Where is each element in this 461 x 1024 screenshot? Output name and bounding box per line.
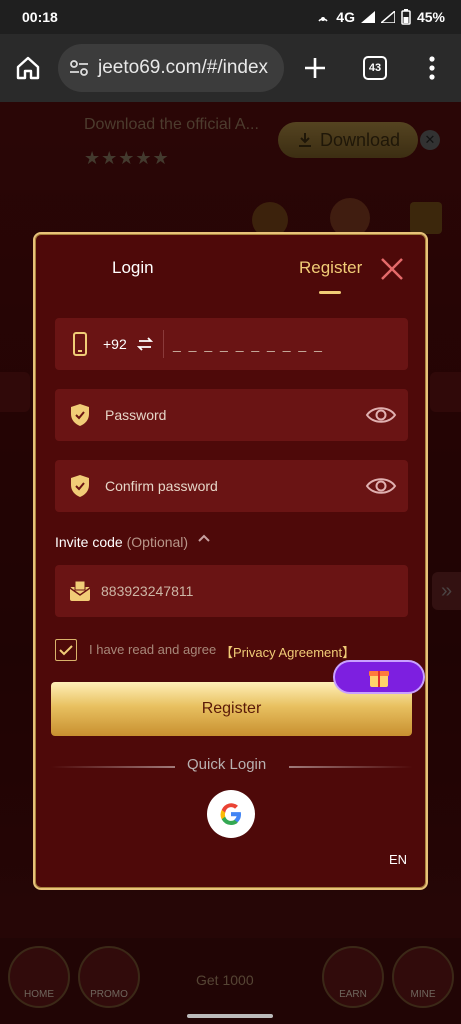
confirm-password-input[interactable]: Confirm password (105, 478, 218, 494)
agreement-text: I have read and agree (89, 642, 217, 657)
status-time: 00:18 (22, 9, 58, 25)
invite-optional-text: (Optional) (126, 534, 189, 550)
phone-icon (73, 332, 87, 356)
swap-icon[interactable] (137, 335, 153, 353)
invite-code-input[interactable]: 883923247811 (101, 583, 193, 599)
gift-icon (369, 671, 389, 687)
confirm-password-field[interactable]: Confirm password (55, 460, 408, 512)
country-code[interactable]: +92 (103, 336, 127, 352)
gesture-bar (187, 1014, 273, 1018)
divider-left (51, 766, 175, 768)
invite-code-label[interactable]: Invite code (Optional) (55, 534, 188, 550)
phone-field[interactable]: +92 _ _ _ _ _ _ _ _ _ _ (55, 318, 408, 370)
new-tab-icon[interactable] (301, 54, 329, 82)
status-icons: 4G 45% (316, 9, 445, 25)
google-icon (220, 803, 241, 825)
close-icon[interactable] (379, 256, 405, 282)
shield-icon (71, 475, 89, 497)
password-field[interactable]: Password (55, 389, 408, 441)
eye-icon[interactable] (365, 403, 397, 427)
signal-icon (360, 11, 375, 23)
register-modal: Login Register +92 _ _ _ _ _ _ _ _ _ _ P… (33, 232, 428, 890)
signal-icon-2 (380, 11, 395, 23)
privacy-agreement-link[interactable]: 【Privacy Agreement】 (220, 642, 355, 661)
invite-label-text: Invite code (55, 534, 123, 550)
hotspot-icon (318, 17, 328, 22)
browser-toolbar: jeeto69.com/#/index 43 (0, 34, 461, 102)
site-settings-icon[interactable] (68, 57, 90, 79)
checkmark-icon (59, 645, 73, 656)
gift-bubble[interactable] (333, 660, 425, 694)
more-menu-icon[interactable] (424, 54, 440, 82)
eye-icon[interactable] (365, 474, 397, 498)
address-bar[interactable]: jeeto69.com/#/index (58, 44, 284, 92)
invite-code-field[interactable]: 883923247811 (55, 565, 408, 617)
language-selector[interactable]: EN (389, 852, 407, 867)
agreement-checkbox[interactable] (55, 639, 77, 661)
tab-switcher-button[interactable]: 43 (363, 56, 387, 80)
shield-icon (71, 404, 89, 426)
tab-register[interactable]: Register (299, 258, 362, 278)
password-input[interactable]: Password (105, 407, 166, 423)
tab-login[interactable]: Login (112, 258, 154, 278)
battery-percent: 45% (416, 9, 445, 25)
url-text: jeeto69.com/#/index (98, 57, 269, 78)
status-bar: 00:18 4G 45% (0, 0, 461, 34)
quick-login-label: Quick Login (187, 756, 267, 773)
chevron-up-icon[interactable] (197, 532, 211, 544)
phone-input[interactable]: _ _ _ _ _ _ _ _ _ _ (173, 336, 324, 352)
field-divider (163, 330, 164, 358)
google-login-button[interactable] (207, 790, 255, 838)
network-type: 4G (336, 9, 355, 25)
envelope-icon (69, 580, 91, 601)
battery-icon (401, 9, 411, 25)
tab-active-indicator (319, 291, 341, 294)
home-icon[interactable] (14, 54, 42, 82)
divider-right (289, 766, 413, 768)
